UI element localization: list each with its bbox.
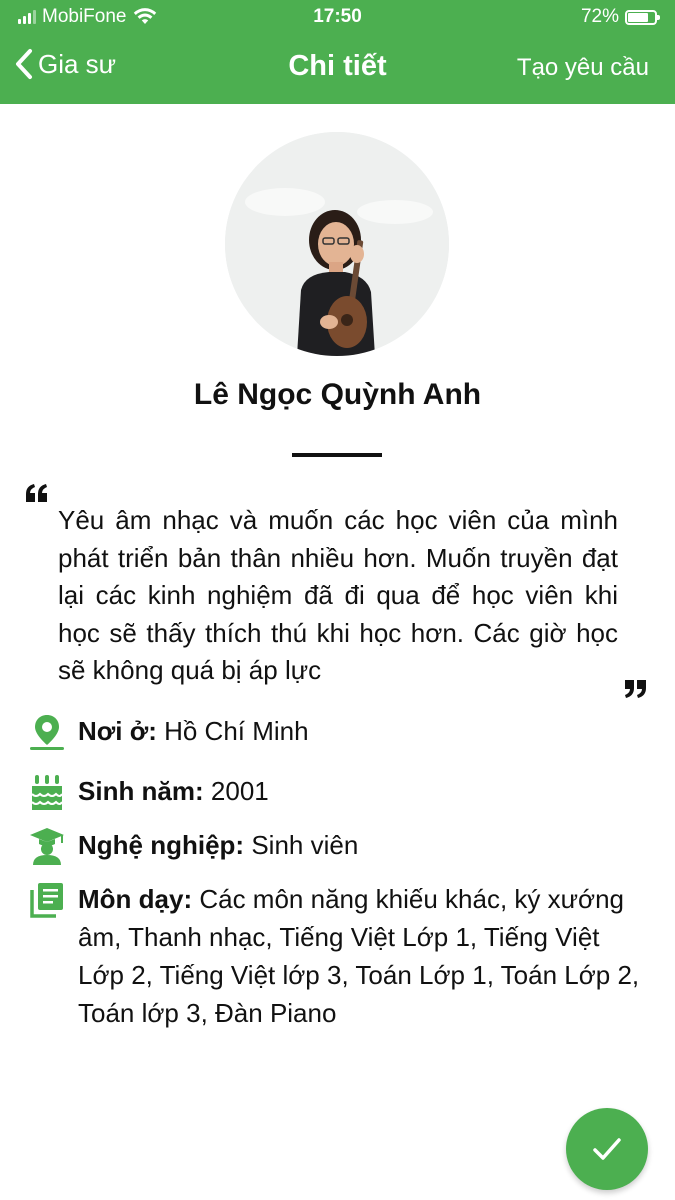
graduate-icon [30,828,64,865]
chevron-left-icon [16,49,32,79]
battery-icon [625,9,660,25]
back-button[interactable]: Gia sư [14,48,116,80]
confirm-button[interactable] [566,1108,648,1190]
info-occupation: Nghệ nghiệp: Sinh viên [28,826,648,866]
library-books-icon [30,883,63,918]
avatar-photo [225,132,449,356]
location-label: Nơi ở: [78,716,157,746]
quote-close-icon [625,680,646,698]
job-value: Sinh viên [251,830,359,860]
info-subjects: Môn dạy: Các môn năng khiếu khác, ký xướ… [28,880,648,1032]
job-label: Nghệ nghiệp: [78,830,245,860]
subjects-label: Môn dạy: [78,884,193,914]
info-birth-year: Sinh năm: 2001 [28,772,648,812]
name-divider [292,453,382,457]
birth-label: Sinh năm: [78,776,204,806]
birthday-cake-icon [31,775,63,810]
create-request-button[interactable]: Tạo yêu cầu [517,54,649,82]
status-time: 17:50 [313,6,362,27]
birth-value: 2001 [210,776,269,806]
nav-bar: Gia sư Chi tiết Tạo yêu cầu [0,34,675,104]
status-bar: MobiFone 17:50 72% [0,0,675,34]
location-value: Hồ Chí Minh [164,716,309,746]
check-icon [593,1138,621,1160]
battery-percent: 72% [580,6,619,27]
info-location: Nơi ở: Hồ Chí Minh [28,712,648,752]
tutor-quote: Yêu âm nhạc và muốn các học viên của mìn… [58,505,618,685]
map-pin-icon [30,715,64,750]
status-right: 72% [580,6,660,28]
avatar [225,132,449,356]
tutor-name: Lê Ngọc Quỳnh Anh [193,378,482,411]
back-label: Gia sư [38,48,117,79]
quote-open-icon [26,484,47,502]
app-header: MobiFone 17:50 72% Gia sư Chi tiết Tạo y… [0,0,675,104]
